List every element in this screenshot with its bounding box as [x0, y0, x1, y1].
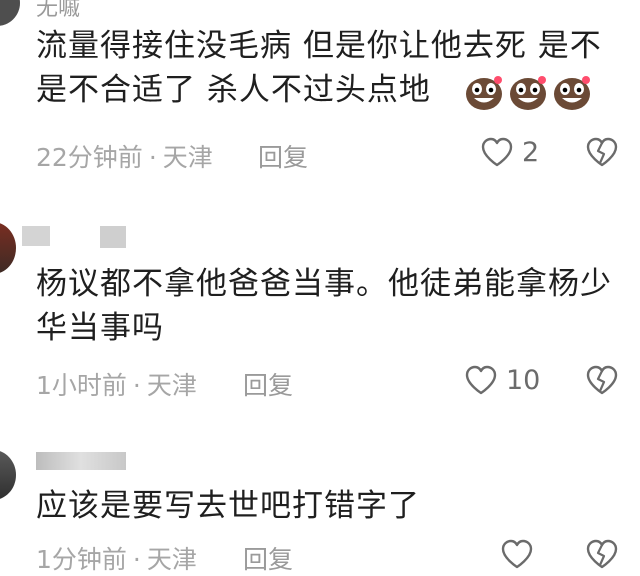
meta-separator: · — [132, 371, 141, 400]
laughing-face-emoji — [553, 75, 590, 110]
reply-button[interactable]: 回复 — [243, 540, 293, 576]
username-pixelated — [22, 226, 50, 246]
comment-body: 应该是要写去世吧打错字了 — [36, 488, 420, 524]
location: 天津 — [146, 371, 197, 400]
like-button[interactable] — [500, 538, 542, 570]
comment-text: 流量得接住没毛病 但是你让他去死 是不是不合适了 杀人不过头点地 — [36, 24, 626, 112]
comment-body: 杨议都不拿他爸爸当事。他徒弟能拿杨少华当事吗 — [36, 266, 612, 346]
meta-separator: · — [148, 143, 157, 172]
like-count: 10 — [506, 364, 541, 396]
laughing-face-emoji — [465, 75, 502, 110]
like-button[interactable]: 2 — [480, 136, 539, 168]
heart-outline-icon — [481, 137, 513, 167]
heart-outline-icon — [465, 365, 497, 395]
like-button[interactable]: 10 — [464, 364, 540, 396]
laughing-face-emoji — [509, 75, 546, 110]
avatar[interactable] — [0, 0, 20, 26]
avatar[interactable] — [0, 450, 16, 500]
username[interactable]: 无嘁 — [36, 0, 80, 22]
username-pixelated — [100, 226, 126, 248]
comment-meta: 1分钟前 · 天津 — [36, 540, 197, 576]
timestamp: 1小时前 — [36, 371, 127, 400]
comment-3: 应该是要写去世吧打错字了 1分钟前 · 天津 回复 — [0, 440, 640, 574]
comment-text: 应该是要写去世吧打错字了 — [36, 484, 626, 528]
meta-separator: · — [132, 545, 141, 574]
reply-button[interactable]: 回复 — [243, 366, 293, 402]
timestamp: 1分钟前 — [36, 545, 127, 574]
location: 天津 — [162, 143, 213, 172]
heart-outline-icon — [501, 539, 533, 569]
comment-meta: 1小时前 · 天津 — [36, 366, 197, 402]
avatar[interactable] — [0, 222, 16, 274]
comment-meta: 22分钟前 · 天津 — [36, 138, 213, 174]
broken-heart-icon[interactable] — [585, 364, 619, 396]
location: 天津 — [146, 545, 197, 574]
broken-heart-icon[interactable] — [585, 538, 619, 570]
emoji-group — [464, 73, 592, 111]
like-count: 2 — [522, 136, 540, 168]
timestamp: 22分钟前 — [36, 143, 143, 172]
reply-button[interactable]: 回复 — [258, 138, 308, 174]
username-pixelated — [36, 452, 126, 470]
comment-2: 杨议都不拿他爸爸当事。他徒弟能拿杨少华当事吗 1小时前 · 天津 回复 10 — [0, 210, 640, 410]
comment-text: 杨议都不拿他爸爸当事。他徒弟能拿杨少华当事吗 — [36, 262, 626, 350]
broken-heart-icon[interactable] — [585, 136, 619, 168]
comment-1: 无嘁 流量得接住没毛病 但是你让他去死 是不是不合适了 杀人不过头点地 22分钟… — [0, 0, 640, 190]
